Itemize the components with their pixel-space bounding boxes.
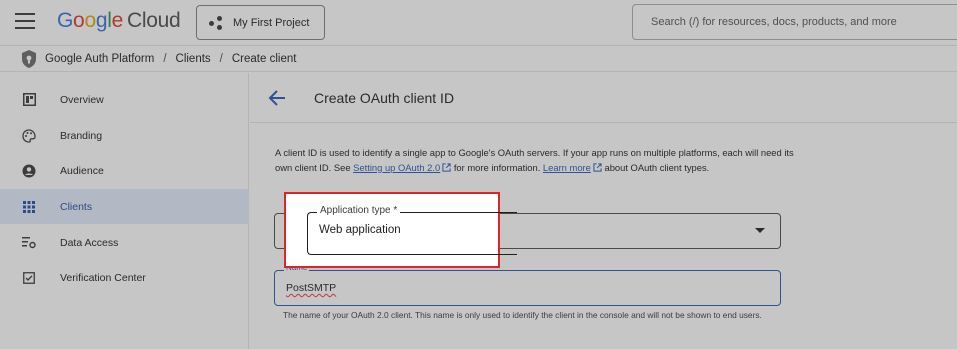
sidebar-item-clients[interactable]: Clients bbox=[0, 189, 249, 224]
google-cloud-logo[interactable]: Google Cloud bbox=[57, 9, 181, 33]
list-settings-icon bbox=[22, 236, 36, 250]
application-type-value[interactable]: Web application bbox=[319, 224, 401, 236]
external-link-icon bbox=[593, 162, 602, 172]
dashboard-icon bbox=[22, 93, 36, 107]
sidebar-item-audience[interactable]: Audience bbox=[0, 153, 249, 188]
external-link-icon bbox=[442, 162, 451, 172]
sidebar-item-data-access[interactable]: Data Access bbox=[0, 225, 249, 260]
breadcrumb-separator: / bbox=[219, 53, 223, 65]
name-field-hint: The name of your OAuth 2.0 client. This … bbox=[283, 310, 762, 320]
top-bar: Google Cloud My First Project Search (/) … bbox=[0, 0, 957, 46]
sidebar-item-label: Branding bbox=[60, 129, 103, 142]
project-picker-button[interactable]: My First Project bbox=[196, 5, 325, 40]
breadcrumb-auth-platform[interactable]: Google Auth Platform bbox=[45, 53, 154, 65]
grid-icon bbox=[22, 200, 36, 214]
breadcrumb-separator: / bbox=[163, 53, 167, 65]
project-icon bbox=[209, 15, 223, 30]
account-circle-icon bbox=[22, 164, 36, 178]
application-type-label: Application type * bbox=[317, 205, 401, 216]
setting-up-oauth-link[interactable]: Setting up OAuth 2.0 bbox=[353, 162, 440, 173]
learn-more-link[interactable]: Learn more bbox=[543, 162, 591, 173]
dropdown-arrow-icon[interactable] bbox=[755, 228, 765, 233]
shield-lock-icon bbox=[22, 50, 36, 68]
sidebar-item-overview[interactable]: Overview bbox=[0, 82, 249, 117]
sidebar-item-verification-center[interactable]: Verification Center bbox=[0, 260, 249, 295]
project-name: My First Project bbox=[233, 16, 310, 29]
name-field[interactable] bbox=[274, 270, 781, 306]
breadcrumb: Google Auth Platform / Clients / Create … bbox=[0, 47, 957, 72]
page-title: Create OAuth client ID bbox=[314, 90, 455, 106]
sidebar-item-label: Overview bbox=[60, 93, 104, 106]
breadcrumb-create-client: Create client bbox=[231, 53, 297, 65]
description-text: A client ID is used to identify a single… bbox=[275, 147, 794, 173]
check-box-icon bbox=[22, 271, 36, 285]
sidebar-item-label: Data Access bbox=[60, 236, 119, 249]
breadcrumb-clients[interactable]: Clients bbox=[176, 53, 211, 65]
palette-icon bbox=[22, 128, 36, 143]
page-header: Create OAuth client ID bbox=[250, 73, 957, 123]
sidebar-item-label: Verification Center bbox=[60, 271, 146, 284]
sidebar-item-branding[interactable]: Branding bbox=[0, 118, 249, 153]
back-arrow-icon[interactable] bbox=[267, 88, 287, 108]
search-input[interactable]: Search (/) for resources, docs, products… bbox=[632, 4, 957, 40]
highlight-callout: Application type * Web application bbox=[284, 192, 517, 268]
sidebar-item-label: Clients bbox=[60, 200, 93, 213]
name-field-value[interactable]: PostSMTP bbox=[286, 282, 336, 294]
sidebar: Overview Branding Audience Clients Data … bbox=[0, 73, 249, 349]
sidebar-item-label: Audience bbox=[60, 164, 104, 177]
main-menu-icon[interactable] bbox=[15, 13, 35, 29]
